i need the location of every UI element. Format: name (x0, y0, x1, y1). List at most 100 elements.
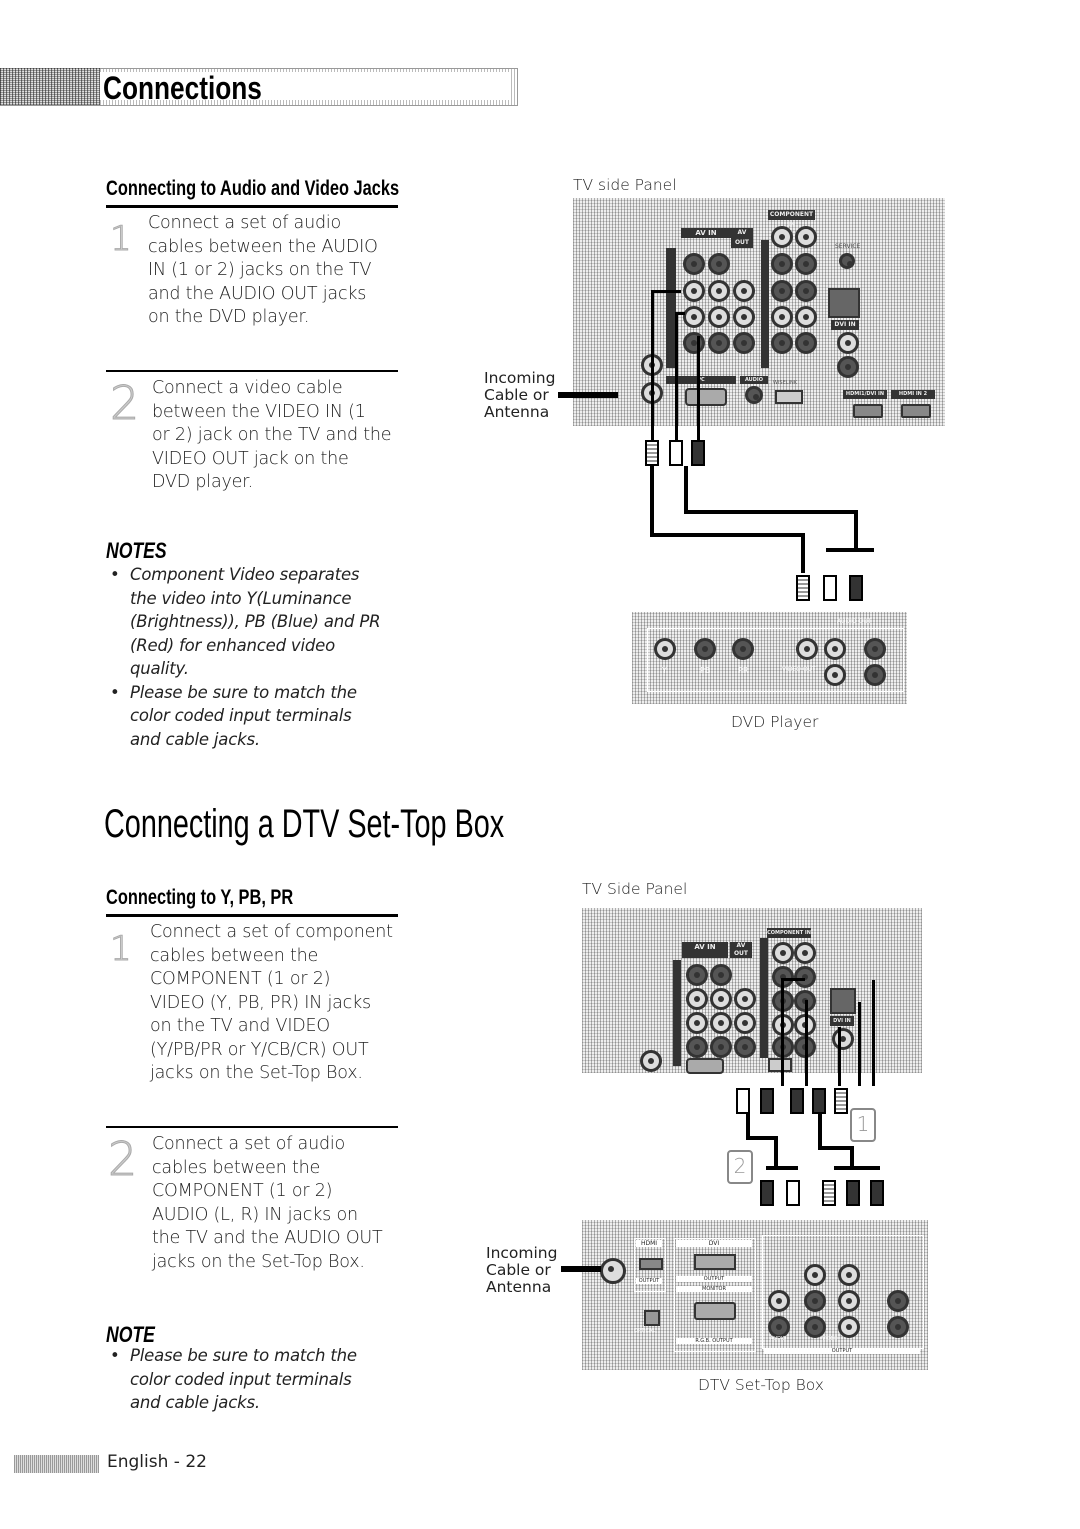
dvi-port (694, 1254, 736, 1270)
component-audio-cable (781, 978, 784, 1086)
step-line: Connect a set of component (150, 922, 393, 942)
audio-l-cable (675, 312, 685, 315)
dvd-audio-r-jack (864, 638, 886, 660)
stb-audio-r-plug (760, 1180, 774, 1206)
av-in-label: AV IN (681, 228, 731, 238)
incoming-line: Incoming (486, 1244, 558, 1262)
video-cable (651, 290, 654, 440)
video-plug-dvd (796, 575, 810, 601)
video-cable (801, 533, 805, 573)
stb-pr-plug (870, 1180, 884, 1206)
component-pr-jack-2 (795, 280, 817, 302)
optical-label: OPTICAL (634, 1328, 656, 1334)
stb-audio-r-jack (768, 1316, 790, 1338)
pc-audio-jack (745, 386, 763, 404)
step-line: Connect a video cable (152, 378, 343, 398)
stb-y-plug (822, 1180, 836, 1206)
audio-r-out-jack (733, 332, 755, 354)
video-out-jack (733, 280, 755, 302)
audio-l-out-jack (734, 1012, 756, 1034)
dvd-outputs-frame (647, 628, 904, 692)
stb-audio-l-plug (786, 1180, 800, 1206)
stb-video-label: VIDEO (822, 1336, 838, 1342)
stb-pb-plug (846, 1180, 860, 1206)
step-line: cables between the (150, 945, 319, 966)
audio-cable (854, 510, 858, 550)
av-out-label: AV OUT (730, 942, 752, 958)
step-1-text: Connect a set of component cables betwee… (150, 921, 393, 1086)
incoming-line: Cable or (484, 386, 549, 404)
component-audio-l-jack-2 (795, 306, 817, 328)
step-line: between the VIDEO IN (1 (152, 401, 366, 422)
heading-rule (106, 205, 398, 208)
stb-y-jack (804, 1264, 826, 1286)
note-line: (Red) for enhanced video (130, 635, 335, 655)
rgb-port (694, 1302, 736, 1320)
step-line: jacks on the Set-Top Box. (152, 1251, 365, 1272)
dvd-y-label: Y (662, 666, 667, 675)
optical-port (830, 988, 856, 1014)
notes-heading: NOTES (106, 538, 167, 563)
audio-l-out-jack (733, 306, 755, 328)
dvi-output-label: OUTPUT (676, 1276, 752, 1282)
av-side-label (673, 960, 681, 1066)
audio-cable (746, 1136, 776, 1140)
step-line: DVD player. (152, 472, 253, 492)
step-line: COMPONENT (1 or 2) (152, 1181, 333, 1201)
step-1-text: Connect a set of audio cables between th… (148, 212, 378, 330)
dvi-in-label: DVI IN (831, 320, 859, 330)
note-line: (Brightness)), PB (Blue) and PR (130, 612, 381, 631)
usb-port (775, 390, 803, 404)
step-line: and the AUDIO OUT jacks (148, 283, 367, 304)
note-line: Please be sure to match the (130, 1346, 357, 1365)
dvd-pr-jack (732, 638, 754, 660)
audio-r-cable (697, 336, 700, 440)
header-pattern (0, 68, 100, 105)
component-pb-jack-2 (794, 966, 816, 988)
notes-list: Please be sure to match the color coded … (106, 1344, 357, 1415)
usb-port (768, 1058, 792, 1072)
note-item: Please be sure to match the color coded … (106, 1344, 357, 1415)
hdmi2-label: HDMI IN 2 (891, 390, 935, 399)
hdmi-output-label: OUTPUT (636, 1278, 662, 1284)
page-number: English - 22 (107, 1452, 207, 1472)
rgb-output-label: R.G.B. OUTPUT (676, 1338, 752, 1344)
pc-port (686, 1058, 724, 1074)
dvd-video-out-label: VIDEO OUT (782, 666, 816, 673)
pc-port (685, 388, 727, 406)
dvd-pr-label: PR (738, 666, 749, 675)
component-cable (834, 1166, 880, 1170)
tv-side-panel-2: AV IN AV OUT COMPONENT IN DVI IN (582, 908, 922, 1074)
note-line: color coded input terminals (130, 706, 352, 725)
step-line: cables between the (152, 1157, 321, 1178)
stb-pb-jack (804, 1290, 826, 1312)
usb-label: WISELINK (773, 380, 798, 386)
step-line: jacks on the Set-Top Box. (150, 1063, 363, 1083)
component-pb-jack-2 (795, 253, 817, 275)
audio-r-jack-2 (708, 332, 730, 354)
component-pb-jack-1 (771, 253, 793, 275)
component-y-jack-1 (772, 942, 794, 964)
section-title-dtv: Connecting a DTV Set-Top Box (104, 802, 505, 846)
component-pr-jack-1 (771, 280, 793, 302)
figure-label-dvd-player: DVD Player (731, 713, 819, 731)
audio-r-jack-1 (683, 332, 705, 354)
dvd-audio-r2-jack (864, 664, 886, 686)
stb-aux-jack-3 (838, 1316, 860, 1338)
video-jack-1 (683, 280, 705, 302)
audio-l-plug-dvd (823, 575, 837, 601)
note-item: Please be sure to match the color coded … (106, 681, 380, 752)
component-pb-plug (812, 1088, 826, 1114)
hdmi2-port (901, 404, 931, 418)
ant-jack (640, 1050, 662, 1072)
stb-output-label: OUTPUT (764, 1348, 920, 1354)
dvi-in-label: DVI IN (830, 1016, 854, 1026)
audio-r-plug (760, 1088, 774, 1114)
incoming-line: Antenna (486, 1278, 552, 1296)
component-pr-cable (838, 1027, 841, 1086)
note-item: Component Video separates the video into… (106, 563, 381, 681)
audio-l-jack-2 (708, 306, 730, 328)
incoming-antenna-label-2: Incoming Cable or Antenna (486, 1245, 557, 1296)
dvi-audio-r-jack (837, 356, 859, 378)
note-line: and cable jacks. (130, 1393, 260, 1412)
